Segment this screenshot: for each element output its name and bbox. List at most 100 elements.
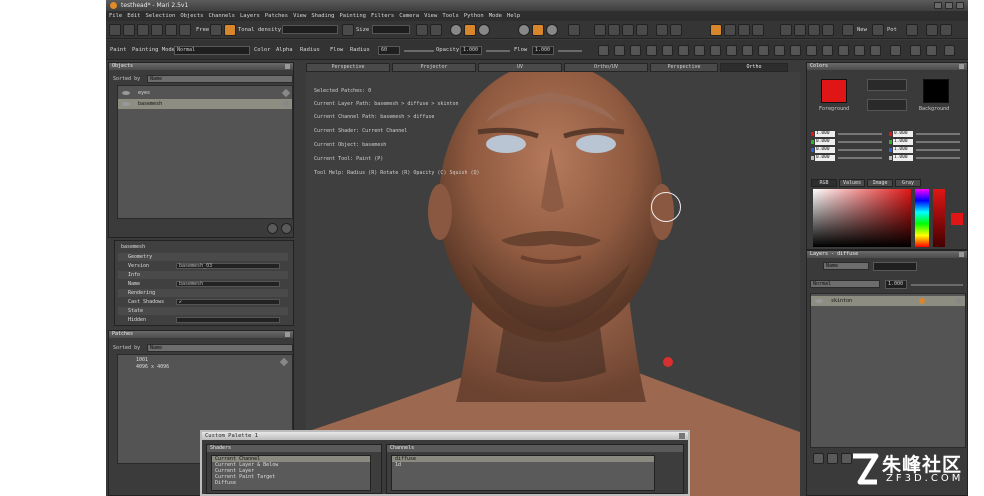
marquee-tool-icon[interactable] [614, 45, 625, 56]
color-value-field[interactable]: 1.000 [893, 139, 913, 145]
color-value-slider[interactable] [838, 141, 882, 143]
select-tool-icon[interactable] [598, 45, 609, 56]
panel-close-icon[interactable] [285, 64, 290, 69]
color-value-slider[interactable] [916, 141, 960, 143]
pan-icon[interactable] [622, 24, 634, 36]
property-value[interactable] [176, 317, 280, 323]
layer-opacity-field[interactable]: 1.000 [885, 280, 907, 289]
tab-perspective-4[interactable]: Perspective [650, 63, 718, 72]
panel-close-icon[interactable] [959, 64, 964, 69]
projection-icon[interactable] [568, 24, 580, 36]
menu-item-layers[interactable]: Layers [240, 13, 260, 19]
snapshot-icon[interactable] [416, 24, 428, 36]
shade-alt-icon[interactable] [546, 24, 558, 36]
eyedropper-icon[interactable] [694, 45, 705, 56]
menu-item-selection[interactable]: Selection [146, 13, 176, 19]
tab-uv-2[interactable]: UV [478, 63, 562, 72]
palette-toggle-icon[interactable] [926, 24, 938, 36]
bake-icon[interactable] [838, 45, 849, 56]
add-object-icon[interactable] [267, 223, 278, 234]
object-item-basemesh[interactable]: basemesh [118, 99, 292, 109]
layer-item-skinton[interactable]: skinton [811, 296, 965, 306]
lasso-tool-icon[interactable] [630, 45, 641, 56]
visibility-eye-icon[interactable] [815, 299, 823, 303]
current-color-chip[interactable] [951, 213, 963, 225]
pot-icon[interactable] [872, 24, 884, 36]
visibility-eye-icon[interactable] [122, 91, 130, 95]
menu-item-tools[interactable]: Tools [442, 13, 459, 19]
shader-item[interactable]: Diffuse [212, 480, 370, 486]
opacity-field[interactable]: 1.000 [460, 46, 482, 55]
flow-slider[interactable] [558, 50, 582, 52]
patches-sort-select[interactable]: Name [147, 344, 293, 352]
color-value-field[interactable]: 1.000 [815, 131, 835, 137]
hue-strip[interactable] [915, 189, 929, 247]
painting-mode-select[interactable]: Normal [174, 46, 250, 55]
channel-item[interactable]: 1d [392, 462, 654, 468]
color-tab-values[interactable]: Values [839, 179, 865, 187]
brush-shelf-icon[interactable] [724, 24, 736, 36]
background-color-swatch[interactable] [923, 79, 949, 103]
menu-item-shading[interactable]: Shading [311, 13, 334, 19]
clear-icon[interactable] [854, 45, 865, 56]
lock-brush-icon[interactable] [281, 88, 291, 98]
tab-orthouv-3[interactable]: Ortho/UV [564, 63, 648, 72]
layer-opacity-slider[interactable] [911, 284, 963, 286]
color-value-field[interactable]: 0.000 [815, 155, 835, 161]
foreground-swatch-icon[interactable] [890, 45, 901, 56]
fit-icon[interactable] [656, 24, 668, 36]
menu-item-camera[interactable]: Camera [399, 13, 419, 19]
color-value-field[interactable]: 1.000 [893, 147, 913, 153]
opacity-slider[interactable] [486, 50, 510, 52]
tab-perspective-0[interactable]: Perspective [306, 63, 390, 72]
reset-colors-icon[interactable] [944, 45, 955, 56]
radius-field[interactable]: 60 [378, 46, 400, 55]
menu-item-objects[interactable]: Objects [180, 13, 203, 19]
duplicate-layer-icon[interactable] [827, 453, 838, 464]
stamp-icon[interactable] [752, 24, 764, 36]
swatch-icon[interactable] [870, 45, 881, 56]
flat-shade-icon[interactable] [478, 24, 490, 36]
tab-projector-1[interactable]: Projector [392, 63, 476, 72]
property-row-geometry[interactable]: Geometry [118, 253, 288, 261]
color-picker-field[interactable] [813, 189, 911, 247]
panel-close-icon[interactable] [285, 332, 290, 337]
maximize-icon[interactable] [945, 2, 953, 9]
new-project-icon[interactable] [109, 24, 121, 36]
property-value[interactable]: basemesh [176, 281, 280, 287]
object-item-eyes[interactable]: eyes [118, 88, 292, 98]
zoom-icon[interactable] [636, 24, 648, 36]
color-value-slider[interactable] [838, 149, 882, 151]
menu-item-channels[interactable]: Channels [209, 13, 236, 19]
color-value-field[interactable]: 1.000 [893, 155, 913, 161]
rotate-view-icon[interactable] [608, 24, 620, 36]
projection-tool-icon[interactable] [822, 45, 833, 56]
color-value-slider[interactable] [838, 157, 882, 159]
target-paint-icon[interactable] [758, 45, 769, 56]
color-value-slider[interactable] [838, 133, 882, 135]
clone-tool-icon[interactable] [678, 45, 689, 56]
lock-brush-icon[interactable] [281, 99, 291, 109]
foreground-color-swatch[interactable] [821, 79, 847, 103]
close-icon[interactable] [956, 2, 964, 9]
move-icon[interactable] [594, 24, 606, 36]
visibility-eye-icon[interactable] [122, 102, 130, 106]
smear-icon[interactable] [742, 45, 753, 56]
default-colors-button[interactable] [867, 99, 907, 111]
color-value-field[interactable]: 0.000 [815, 139, 835, 145]
menu-item-help[interactable]: Help [507, 13, 520, 19]
background-swatch-icon[interactable] [910, 45, 921, 56]
size-field[interactable] [372, 25, 410, 34]
layers-filter-select[interactable]: Name [823, 262, 869, 270]
paint-tool-icon[interactable] [710, 45, 721, 56]
magnify-tool-icon[interactable] [646, 45, 657, 56]
property-value[interactable]: ✔ [176, 299, 280, 305]
property-value[interactable]: basemesh_03 [176, 263, 280, 269]
save-icon[interactable] [137, 24, 149, 36]
color-value-field[interactable]: 0.000 [893, 131, 913, 137]
stamp-tool-icon[interactable] [806, 45, 817, 56]
channel-shader-icon[interactable] [710, 24, 722, 36]
delete-layer-icon[interactable] [841, 453, 852, 464]
color-value-slider[interactable] [916, 149, 960, 151]
menu-item-python[interactable]: Python [464, 13, 484, 19]
